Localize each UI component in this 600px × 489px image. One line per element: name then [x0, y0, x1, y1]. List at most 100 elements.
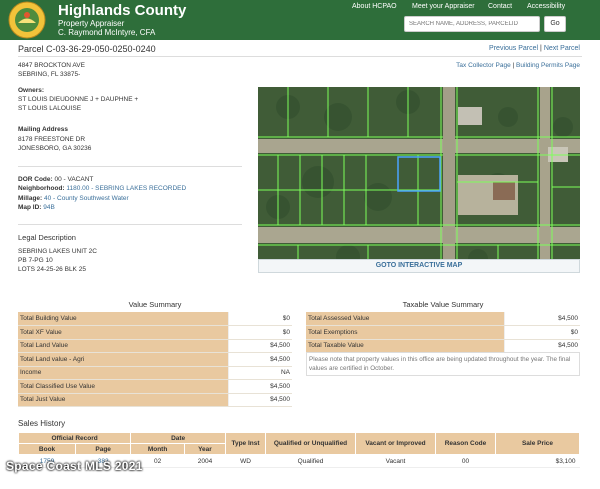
row-label: Total Just Value [18, 393, 228, 407]
row-value: $0 [227, 312, 292, 326]
col-vacant-improved: Vacant or Improved [355, 432, 436, 455]
millage-row: Millage: 40 - County Southwest Water [18, 195, 129, 204]
county-seal-logo[interactable] [2, 1, 52, 39]
dor-code-row: DOR Code: 00 - VACANT [18, 176, 93, 185]
sale-qualified: Qualified [265, 454, 356, 468]
legal-line2: PB 7-PG 10 [18, 257, 53, 264]
dor-code-value: 00 - VACANT [54, 176, 94, 183]
col-type-inst: Type Inst [225, 432, 266, 455]
owner-line2: ST LOUIS LALOUISE [18, 105, 82, 112]
table-row: Total Classified Use Value $4,500 [18, 379, 292, 394]
table-row: Total Exemptions $0 [306, 325, 580, 340]
external-links: Tax Collector Page | Building Permits Pa… [456, 62, 580, 71]
nav-contact[interactable]: Contact [488, 3, 512, 10]
sale-price: $3,100 [495, 454, 580, 468]
row-value: $4,500 [503, 312, 580, 326]
mailing-line2: JONESBORO, GA 30236 [18, 145, 92, 152]
legal-line1: SEBRING LAKES UNIT 2C [18, 248, 97, 255]
sales-history-heading: Sales History [18, 419, 66, 428]
table-row: Total Assessed Value $4,500 [306, 312, 580, 326]
neighborhood-row: Neighborhood: 1180.00 - SEBRING LAKES RE… [18, 185, 186, 194]
neighborhood-label: Neighborhood: [18, 185, 65, 192]
col-book: Book [17, 443, 77, 455]
parcel-aerial-map[interactable] [258, 87, 580, 273]
value-summary-table: Total Building Value $0 Total XF Value $0 … [18, 312, 292, 407]
col-date: Date [130, 432, 226, 444]
table-row: Total XF Value $0 [18, 325, 292, 340]
legal-line3: LOTS 24-25-26 BLK 25 [18, 266, 86, 273]
site-subtitle: Property Appraiser [58, 19, 125, 28]
row-label: Total Land value - Agri [18, 352, 228, 367]
appraiser-name: C. Raymond McIntyre, CFA [58, 28, 156, 37]
goto-interactive-map-button[interactable]: GOTO INTERACTIVE MAP [258, 259, 580, 273]
row-value: $0 [227, 325, 292, 340]
tax-collector-link[interactable]: Tax Collector Page [456, 62, 511, 69]
section-divider [18, 166, 242, 167]
row-label: Total Taxable Value [306, 339, 504, 353]
table-row: Total Just Value $4,500 [18, 393, 292, 407]
legal-heading: Legal Description [18, 233, 76, 242]
table-row: Total Taxable Value $4,500 [306, 339, 580, 353]
taxable-summary-title: Taxable Value Summary [402, 300, 484, 309]
previous-parcel-link[interactable]: Previous Parcel [489, 45, 538, 52]
row-value: $4,500 [227, 352, 292, 367]
site-address-line2: SEBRING, FL 33875- [18, 71, 81, 78]
col-official-record: Official Record [17, 432, 132, 444]
row-value: $4,500 [503, 339, 580, 353]
value-summary-title: Value Summary [128, 300, 182, 309]
link-separator: | [512, 62, 515, 69]
owners-label: Owners: [18, 87, 45, 94]
col-qualified: Qualified or Unqualified [265, 432, 356, 455]
col-year: Year [183, 443, 227, 455]
col-page: Page [75, 443, 132, 455]
mailing-label: Mailing Address [18, 126, 68, 133]
title-divider [18, 56, 582, 57]
table-row: Income NA [18, 366, 292, 380]
row-label: Total Exemptions [306, 325, 504, 340]
millage-label: Millage: [18, 195, 43, 202]
values-update-note: Please note that property values in this… [306, 352, 580, 376]
row-label: Total Land Value [18, 339, 228, 353]
taxable-summary-table: Total Assessed Value $4,500 Total Exempti… [306, 312, 580, 353]
sale-type: WD [225, 454, 266, 468]
mls-watermark: Space Coast MLS 2021 [6, 459, 143, 473]
building-permits-link[interactable]: Building Permits Page [516, 62, 580, 69]
row-label: Total Classified Use Value [18, 379, 228, 394]
row-value: $4,500 [227, 339, 292, 353]
mailing-line1: 8178 FREESTONE DR [18, 136, 86, 143]
row-value: $0 [503, 325, 580, 340]
owner-line1: ST LOUIS DIEUDONNE J + DAUPHNE + [18, 96, 139, 103]
row-label: Total Assessed Value [306, 312, 504, 326]
row-label: Income [18, 366, 228, 380]
row-value: NA [227, 366, 292, 380]
map-id-label: Map ID: [18, 204, 42, 211]
parcel-title: Parcel C-03-36-29-050-0250-0240 [18, 44, 156, 54]
next-parcel-link[interactable]: Next Parcel [544, 45, 580, 52]
map-id-link[interactable]: 94B [43, 204, 55, 211]
nav-meet-appraiser[interactable]: Meet your Appraiser [412, 3, 475, 10]
site-title[interactable]: Highlands County [58, 2, 186, 19]
map-id-row: Map ID: 94B [18, 204, 55, 213]
row-label: Total Building Value [18, 312, 228, 326]
sale-year: 2004 [184, 454, 226, 468]
nav-about[interactable]: About HCPAO [352, 3, 397, 10]
sale-reason: 00 [435, 454, 496, 468]
millage-link[interactable]: 40 - County Southwest Water [44, 195, 129, 202]
sale-vacant: Vacant [355, 454, 436, 468]
table-row: Total Land Value $4,500 [18, 339, 292, 353]
neighborhood-link[interactable]: 1180.00 - SEBRING LAKES RECORDED [66, 185, 186, 192]
col-month: Month [130, 443, 185, 455]
nav-separator: | [540, 45, 542, 52]
table-header-row: Official Record Date Type Inst Qualified… [17, 432, 580, 455]
site-header: Highlands County Property Appraiser C. R… [0, 0, 600, 40]
parcel-navigation: Previous Parcel | Next Parcel [489, 45, 580, 52]
row-label: Total XF Value [18, 325, 228, 340]
nav-accessibility[interactable]: Accessibility [527, 3, 565, 10]
site-address-line1: 4847 BROCKTON AVE [18, 62, 85, 69]
go-button[interactable]: Go [544, 16, 566, 32]
search-input[interactable] [404, 16, 540, 32]
aerial-map-image [258, 87, 580, 273]
table-row: Total Land value - Agri $4,500 [18, 352, 292, 367]
row-value: $4,500 [227, 379, 292, 394]
col-reason-code: Reason Code [435, 432, 496, 455]
